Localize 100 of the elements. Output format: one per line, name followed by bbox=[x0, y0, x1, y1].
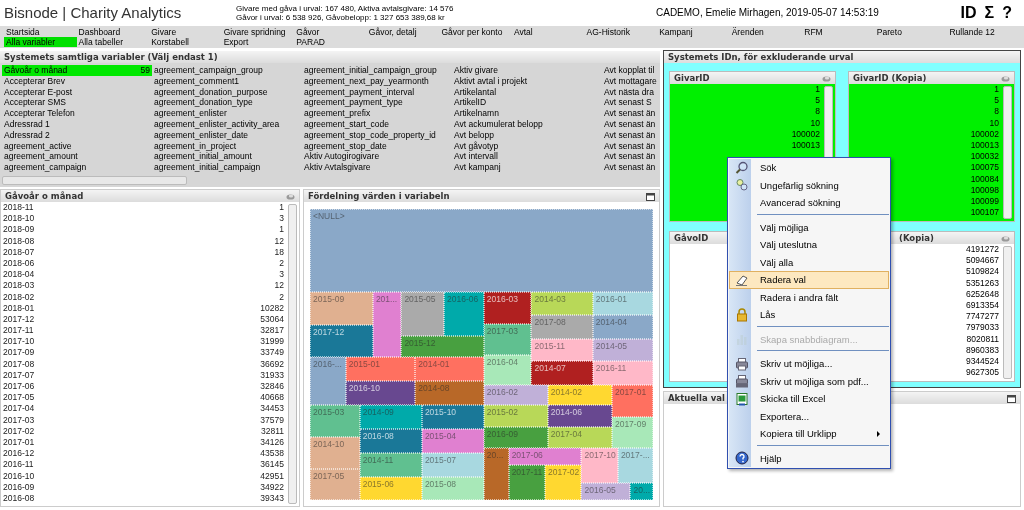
tab[interactable]: Gåvor, detalj bbox=[366, 27, 440, 37]
list-item[interactable]: 2017-10 bbox=[3, 336, 35, 348]
menu-item[interactable]: Kopiera till Urklipp bbox=[729, 425, 889, 443]
list-item[interactable]: agreement_in_project bbox=[152, 140, 302, 152]
tab[interactable]: Dashboard bbox=[76, 27, 150, 37]
list-item[interactable]: 2017-01 bbox=[3, 436, 35, 449]
list-item[interactable]: 2018-03 bbox=[3, 280, 35, 292]
minimize-icon[interactable] bbox=[1001, 235, 1010, 242]
list-item[interactable]: 100002 bbox=[849, 128, 1001, 140]
tab[interactable]: Alla variabler bbox=[4, 37, 77, 47]
tab[interactable]: Rullande 12 bbox=[947, 27, 1020, 37]
minimize-icon[interactable] bbox=[1001, 75, 1010, 82]
list-item[interactable]: Avt ackumulerat belopp bbox=[452, 119, 602, 130]
toolbar-button[interactable]: ? bbox=[998, 5, 1016, 21]
list-item[interactable]: 2018-10 bbox=[3, 213, 35, 225]
tab[interactable]: Avtal bbox=[512, 27, 585, 37]
list-item[interactable]: agreement_enlister bbox=[152, 108, 302, 119]
list-item[interactable]: agreement_payment_type bbox=[302, 97, 452, 109]
list-item[interactable]: agreement_payment_interval bbox=[302, 86, 452, 98]
treemap-tile[interactable]: 2016-08 bbox=[359, 429, 422, 454]
list-item[interactable]: 2018-11 bbox=[3, 202, 34, 214]
list-item[interactable]: 2016-08 bbox=[3, 492, 35, 505]
tab[interactable]: Pareto bbox=[874, 27, 948, 37]
maximize-icon[interactable] bbox=[1007, 394, 1016, 403]
list-item[interactable]: agreement_initial_amount bbox=[152, 151, 302, 163]
list-item[interactable]: 2017-09 bbox=[3, 347, 35, 359]
list-item[interactable]: Accepterar Telefon bbox=[2, 108, 152, 119]
menu-item[interactable]: Skriv ut möjliga som pdf... bbox=[729, 372, 889, 390]
list-item[interactable]: agreement_start_code bbox=[302, 119, 452, 130]
list-item[interactable]: agreement_campaign bbox=[2, 162, 152, 173]
list-item[interactable]: 5 bbox=[670, 95, 822, 107]
tab[interactable]: Startsida bbox=[4, 27, 77, 37]
tab[interactable]: Gåvor bbox=[294, 27, 367, 37]
list-item[interactable]: 2017-04 bbox=[3, 403, 35, 415]
list-item[interactable]: Avt intervall bbox=[452, 151, 602, 163]
list-item[interactable]: agreement_next_pay_yearmonth bbox=[302, 75, 452, 87]
list-item[interactable]: agreement_initial_campaign_group bbox=[302, 65, 452, 76]
list-item[interactable]: 5 bbox=[849, 95, 1001, 107]
treemap-tile[interactable]: 2016-10 bbox=[345, 381, 416, 405]
list-item[interactable]: agreement_initial_campaign bbox=[152, 162, 302, 173]
minimize-icon[interactable] bbox=[822, 75, 831, 82]
list-item[interactable]: agreement_amount bbox=[2, 151, 152, 163]
list-item[interactable]: Artikelantal bbox=[452, 86, 602, 98]
tab[interactable]: AG-Historik bbox=[584, 27, 658, 37]
list-item[interactable]: 8 bbox=[670, 106, 822, 118]
list-item[interactable]: Avt senast än bbox=[602, 162, 658, 173]
menu-item[interactable]: Exportera... bbox=[729, 407, 889, 425]
tab[interactable]: Korstabell bbox=[149, 37, 222, 47]
list-item[interactable]: Accepterar E-post bbox=[2, 86, 152, 98]
list-item[interactable]: 2017-05 bbox=[3, 392, 35, 404]
menu-item[interactable]: Välj möjliga bbox=[729, 218, 889, 236]
list-item[interactable]: Aktiv Autogirogivare bbox=[302, 151, 452, 163]
menu-item[interactable]: Radera i andra fält bbox=[729, 288, 889, 306]
list-item[interactable]: Avt senast än bbox=[602, 140, 658, 152]
toolbar-button[interactable]: Σ bbox=[980, 5, 999, 21]
menu-item[interactable]: Välj alla bbox=[729, 253, 889, 271]
list-item[interactable]: Avt mottagare bbox=[602, 75, 658, 87]
tab[interactable]: Givare bbox=[149, 27, 222, 37]
menu-item[interactable]: Skriv ut möjliga... bbox=[729, 355, 889, 373]
list-item[interactable]: 2018-04 bbox=[3, 269, 35, 281]
menu-item[interactable]: Hjälp bbox=[729, 449, 889, 467]
list-item[interactable]: 2017-06 bbox=[3, 381, 35, 393]
maximize-icon[interactable] bbox=[646, 192, 655, 201]
vertical-scrollbar[interactable] bbox=[1003, 86, 1012, 219]
list-item[interactable]: ArtikelID bbox=[452, 97, 602, 109]
menu-item[interactable]: Radera val bbox=[729, 271, 889, 289]
list-item[interactable]: Aktiv Avtalsgivare bbox=[302, 162, 452, 173]
tab[interactable]: RFM bbox=[802, 27, 875, 37]
tab[interactable]: Kampanj bbox=[657, 27, 730, 37]
list-item[interactable]: 100013 bbox=[849, 139, 1001, 152]
tab[interactable]: Alla tabeller bbox=[76, 37, 150, 47]
list-item[interactable]: 2018-01 bbox=[3, 302, 35, 314]
list-item[interactable]: 2016-11 bbox=[3, 459, 34, 471]
list-item[interactable]: Accepterar Brev bbox=[2, 75, 152, 87]
toolbar-button[interactable]: ID bbox=[956, 5, 981, 21]
list-item[interactable]: Avt senast S bbox=[602, 97, 658, 109]
list-item[interactable]: Avt senast än bbox=[602, 108, 658, 119]
treemap-tile[interactable]: 2014-07 bbox=[531, 361, 593, 385]
list-item[interactable]: 2017-02 bbox=[3, 425, 35, 437]
list-item[interactable]: 2016-10 bbox=[3, 470, 35, 482]
list-item[interactable]: Avt senast än bbox=[602, 119, 658, 130]
list-item[interactable]: 2017-03 bbox=[3, 414, 35, 426]
menu-item[interactable]: Välj uteslutna bbox=[729, 236, 889, 254]
menu-item[interactable]: Ungefärlig sökning bbox=[729, 176, 889, 194]
list-item[interactable]: 2018-07 bbox=[3, 246, 35, 258]
list-item[interactable]: Gåvoår o månad 59 bbox=[2, 65, 152, 76]
list-item[interactable]: 2017-07 bbox=[3, 369, 35, 381]
list-item[interactable]: Avt kampanj bbox=[452, 162, 602, 173]
list-item[interactable]: agreement_enlister_activity_area bbox=[152, 119, 302, 130]
list-item[interactable]: 2016-09 bbox=[3, 481, 35, 493]
list-item[interactable]: agreement_stop_code_property_id bbox=[302, 129, 452, 141]
tab[interactable]: Gåvor per konto bbox=[439, 27, 512, 37]
list-item[interactable]: agreement_stop_date bbox=[302, 140, 452, 152]
list-item[interactable]: Adressrad 1 bbox=[2, 119, 152, 130]
list-item[interactable]: Avt nästa dra bbox=[602, 86, 658, 98]
tab[interactable]: Givare spridning bbox=[221, 27, 295, 37]
list-item[interactable]: Aktiv givare bbox=[452, 65, 602, 76]
list-item[interactable]: 2018-09 bbox=[3, 224, 35, 236]
list-item[interactable]: 2017-08 bbox=[3, 358, 35, 370]
list-item[interactable]: 1 bbox=[849, 84, 1001, 96]
